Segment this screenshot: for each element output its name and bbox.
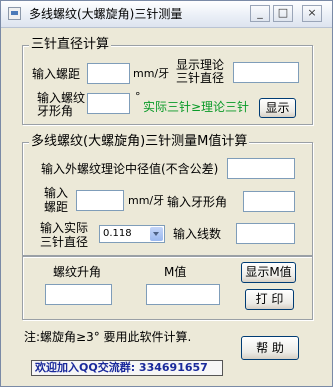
thread-angle-input[interactable] (87, 93, 130, 114)
pitch-diameter-label: 输入外螺纹理论中径值(不含公差) (41, 162, 219, 176)
lead-angle-label: 螺纹升角 (53, 265, 102, 279)
chevron-down-icon[interactable] (150, 227, 163, 241)
group2-title: 多线螺纹(大螺旋角)三针测量M值计算 (29, 134, 250, 150)
show-theory-label: 显示理论 (176, 58, 225, 72)
m-pitch-unit: mm/牙 (128, 194, 165, 207)
main-window: 多线螺纹(大螺旋角)三针测量 _ □ × 三针直径计算 输入螺距 mm/牙 显示… (0, 0, 333, 387)
theory-diameter-label: 三针直径 (176, 71, 225, 85)
pitch-unit: mm/牙 (133, 67, 170, 80)
pitch-label: 输入螺距 (32, 67, 81, 81)
threads-label: 输入线数 (173, 227, 222, 241)
actual-diameter-label: 输入实际 (40, 221, 89, 235)
m-angle-label: 输入牙形角 (167, 195, 228, 209)
actual-diameter-value: 0.118 (103, 228, 132, 239)
group1-title: 三针直径计算 (29, 37, 112, 53)
m-pitch-input[interactable] (76, 190, 124, 211)
help-button[interactable]: 帮 助 (241, 336, 299, 360)
thread-angle-label-2: 牙形角 (37, 104, 74, 118)
show-button[interactable]: 显示 (259, 98, 296, 118)
app-icon (8, 7, 21, 20)
m-pitch-label-2: 螺距 (44, 200, 69, 214)
qq-group-banner: 欢迎加入QQ交流群: 334691657 (31, 360, 223, 376)
minimize-button[interactable]: _ (250, 5, 270, 22)
lead-angle-output[interactable] (45, 284, 112, 305)
hint-text: 实际三针≥理论三针 (143, 100, 250, 114)
maximize-button[interactable]: □ (273, 5, 293, 22)
m-value-output[interactable] (146, 284, 220, 305)
title-bar[interactable]: 多线螺纹(大螺旋角)三针测量 _ □ × (1, 1, 332, 28)
pitch-diameter-input[interactable] (227, 158, 295, 179)
theory-diameter-output[interactable] (233, 62, 299, 83)
m-pitch-label: 输入 (44, 186, 69, 200)
actual-diameter-select[interactable]: 0.118 (99, 225, 165, 243)
actual-diameter-label-2: 三针直径 (40, 235, 89, 249)
close-button[interactable]: × (302, 5, 322, 22)
print-button[interactable]: 打 印 (245, 289, 294, 310)
note-text: 注:螺旋角≥3° 要用此软件计算. (24, 330, 192, 344)
m-angle-input[interactable] (243, 191, 295, 212)
thread-angle-label: 输入螺纹 (37, 91, 86, 105)
pitch-input[interactable] (87, 63, 130, 84)
show-m-value-button[interactable]: 显示M值 (241, 262, 296, 283)
window-title: 多线螺纹(大螺旋角)三针测量 (29, 7, 183, 21)
m-value-label: M值 (164, 265, 187, 279)
degree-sign: ° (135, 90, 141, 103)
threads-input[interactable] (236, 223, 295, 244)
